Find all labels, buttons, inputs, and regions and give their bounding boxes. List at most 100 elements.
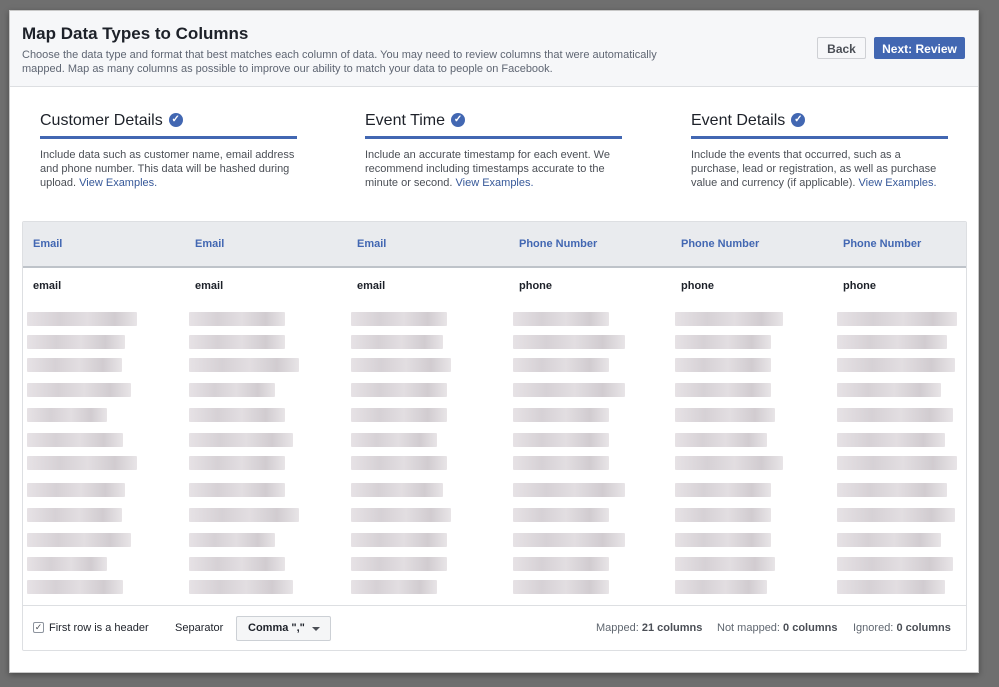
redacted-cell [189,408,285,422]
redacted-cell [27,483,125,497]
column-type-selector[interactable]: Email [195,238,224,250]
redacted-cell [189,533,275,547]
not-mapped-count: Not mapped: 0 columns [717,622,838,634]
redacted-cell [351,312,447,326]
redacted-cell [513,358,609,372]
redacted-cell [513,533,625,547]
column-type-selector[interactable]: Email [33,238,62,250]
redacted-cell [837,433,945,447]
redacted-row [23,483,966,497]
table-cell: phone [681,280,714,292]
redacted-cell [189,312,285,326]
redacted-cell [351,483,443,497]
back-button[interactable]: Back [817,37,866,59]
table-footer: ✓ First row is a header Separator Comma … [23,605,966,650]
redacted-cell [351,358,451,372]
redacted-cell [513,335,625,349]
redacted-cell [513,408,609,422]
redacted-cell [513,508,609,522]
redacted-cell [837,580,945,594]
table-cell: email [357,280,386,292]
redacted-row [23,580,966,594]
redacted-cell [27,335,125,349]
redacted-row [23,533,966,547]
redacted-cell [351,557,447,571]
view-examples-link[interactable]: View Examples. [79,177,157,189]
redacted-cell [189,456,285,470]
redacted-row [23,383,966,397]
redacted-cell [27,456,137,470]
step-title: Event Time [365,112,446,129]
column-type-selector[interactable]: Phone Number [681,238,759,250]
redacted-cell [675,335,771,349]
caret-down-icon [312,627,320,631]
redacted-cell [513,456,609,470]
column-type-selector[interactable]: Phone Number [843,238,921,250]
column-mapping-table: Email Email Email Phone Number Phone Num… [22,221,967,651]
view-examples-link[interactable]: View Examples. [456,177,534,189]
redacted-row [23,433,966,447]
redacted-cell [189,508,299,522]
redacted-cell [27,383,131,397]
redacted-cell [27,557,107,571]
redacted-cell [837,456,957,470]
redacted-cell [837,508,955,522]
redacted-cell [513,433,609,447]
redacted-cell [189,335,285,349]
check-circle-icon: ✓ [791,113,806,127]
page-subtitle: Choose the data type and format that bes… [22,49,657,75]
table-cell: phone [519,280,552,292]
step-event-time: Event Time ✓ Include an accurate timestam… [365,99,622,190]
redacted-cell [27,508,122,522]
mapped-count: Mapped: 21 columns [596,622,703,634]
redacted-cell [351,456,447,470]
first-row-header-checkbox[interactable]: ✓ [33,622,44,633]
redacted-row [23,408,966,422]
blurred-data-rows [23,304,966,604]
redacted-cell [351,508,451,522]
redacted-row [23,456,966,470]
separator-select[interactable]: Comma "," [236,616,331,641]
check-circle-icon: ✓ [451,113,466,127]
redacted-row [23,358,966,372]
redacted-row [23,508,966,522]
redacted-cell [837,533,941,547]
next-review-button[interactable]: Next: Review [874,37,965,59]
table-cell: email [33,280,62,292]
step-title: Event Details [691,112,786,129]
table-row: email email email phone phone phone [23,268,966,303]
step-customer-details: Customer Details ✓ Include data such as c… [40,99,297,190]
redacted-cell [351,408,447,422]
redacted-row [23,557,966,571]
redacted-cell [513,483,625,497]
step-title: Customer Details [40,112,163,129]
redacted-cell [513,557,609,571]
column-type-selector[interactable]: Email [357,238,386,250]
redacted-cell [837,383,941,397]
separator-value: Comma "," [248,622,305,634]
redacted-cell [837,557,953,571]
column-type-selector[interactable]: Phone Number [519,238,597,250]
step-progress-bar [691,136,948,139]
redacted-cell [837,335,947,349]
redacted-cell [27,408,107,422]
redacted-cell [27,580,123,594]
redacted-cell [675,456,783,470]
redacted-cell [27,533,131,547]
check-circle-icon: ✓ [168,113,183,127]
redacted-cell [675,312,783,326]
redacted-cell [27,433,123,447]
view-examples-link[interactable]: View Examples. [859,177,937,189]
first-row-header-label: First row is a header [49,622,149,634]
redacted-cell [27,312,137,326]
redacted-cell [675,508,771,522]
redacted-cell [675,580,767,594]
redacted-cell [513,383,625,397]
step-progress-bar [40,136,297,139]
redacted-cell [351,580,437,594]
separator-label: Separator [175,622,224,634]
redacted-row [23,312,966,326]
redacted-cell [837,312,957,326]
redacted-cell [189,557,285,571]
table-cell: email [195,280,224,292]
